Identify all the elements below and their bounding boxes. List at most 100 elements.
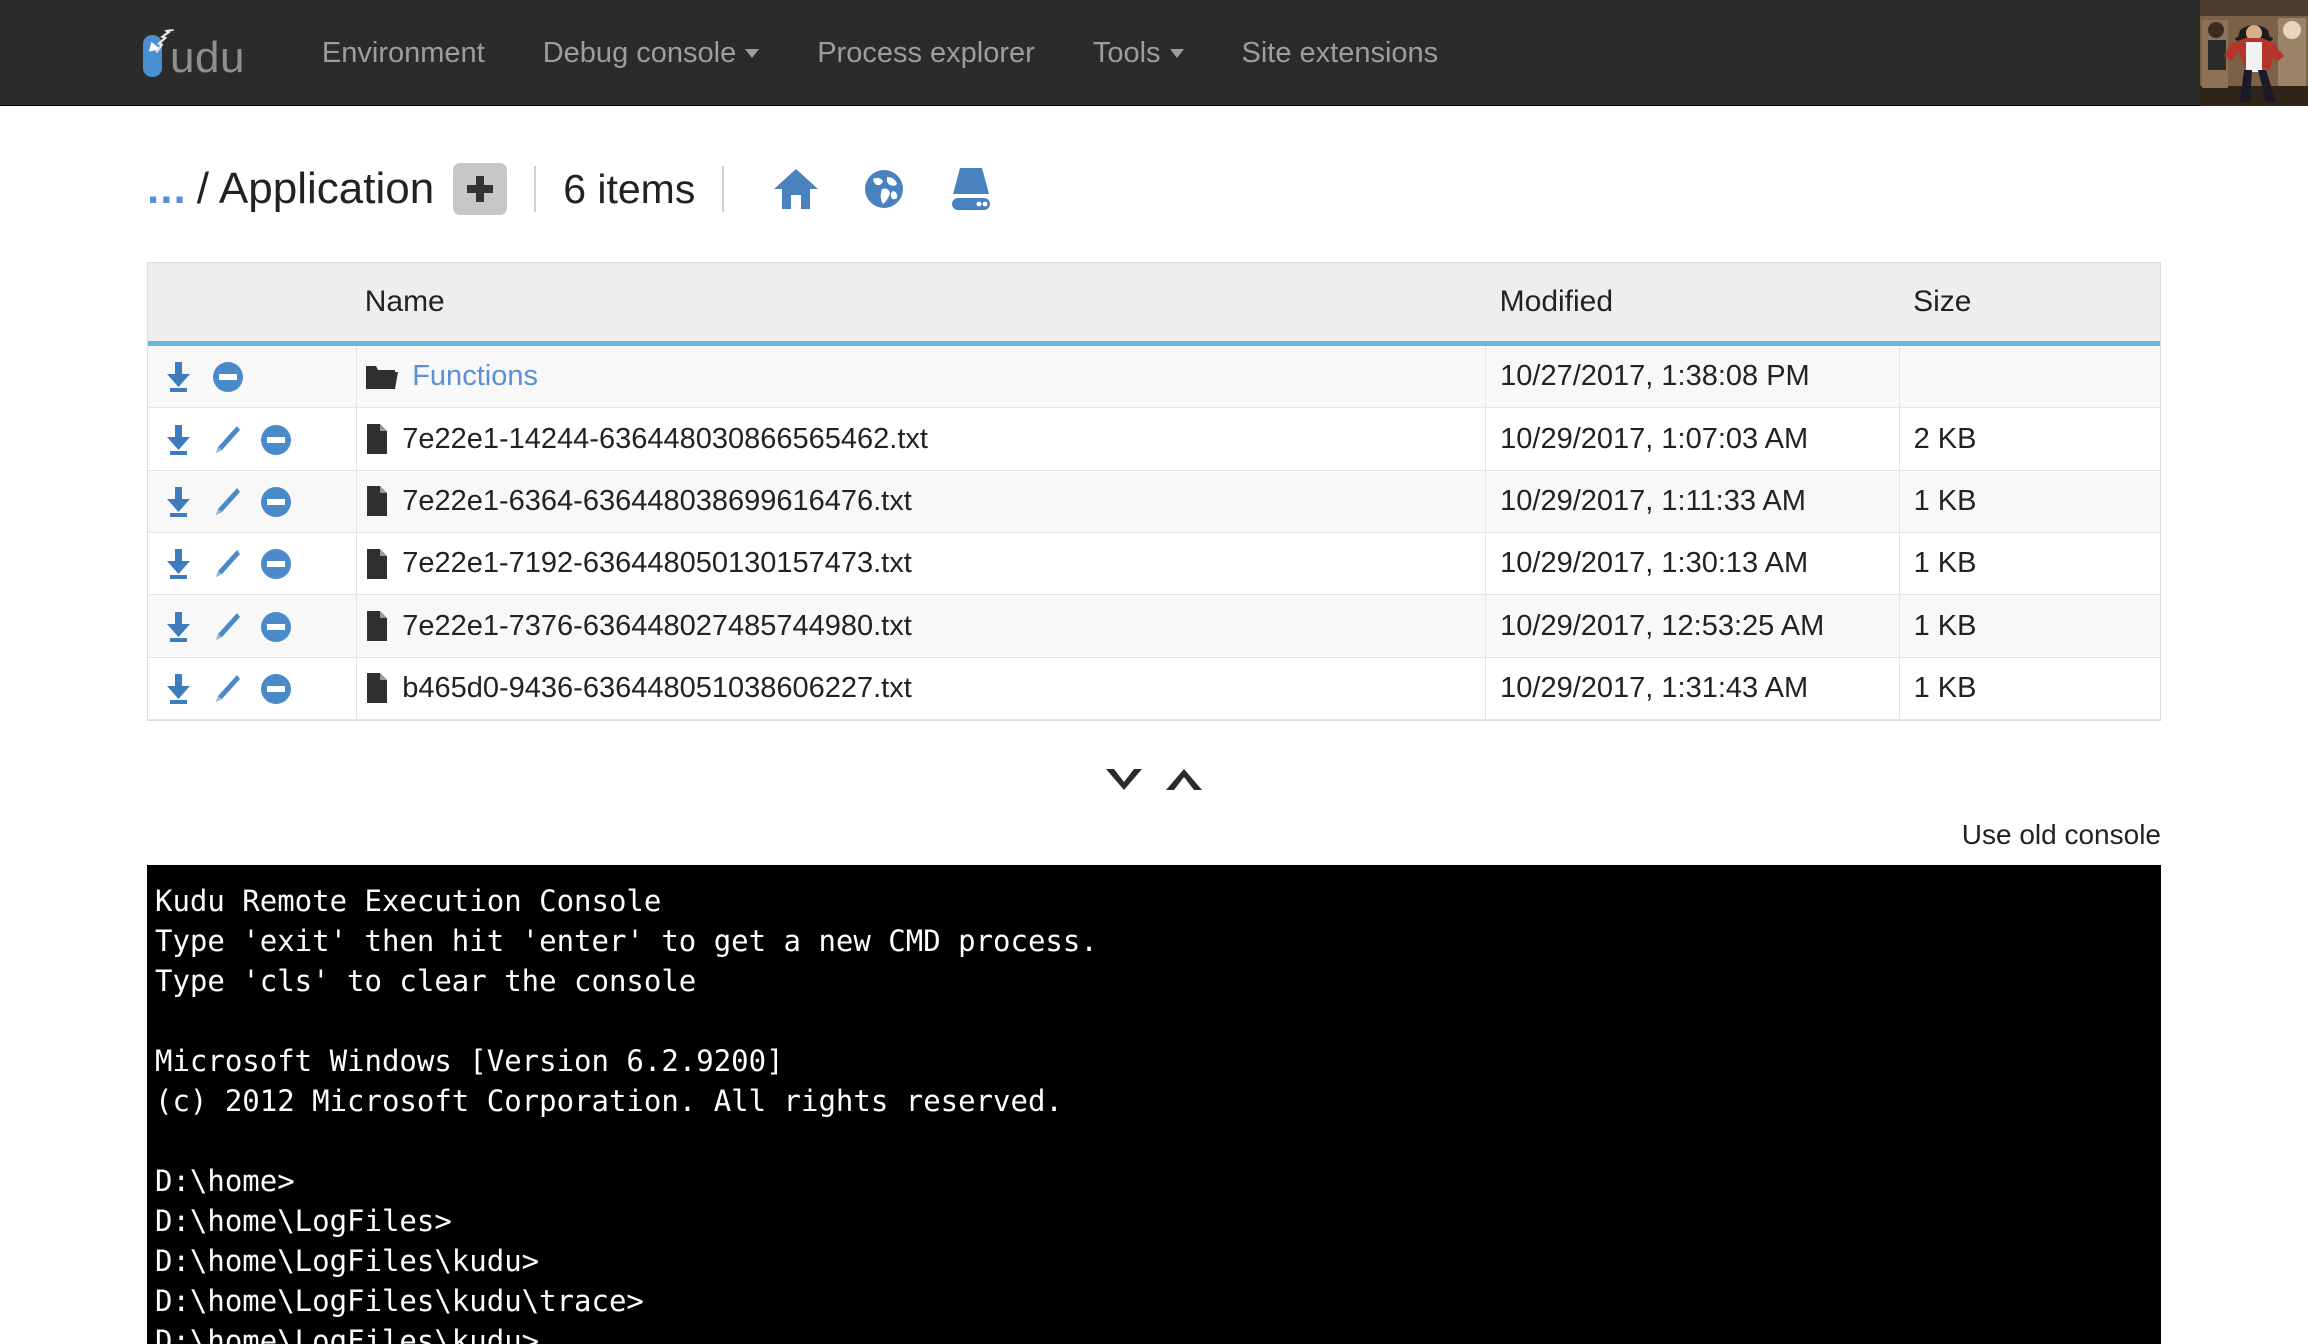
- table-row[interactable]: 7e22e1-6364-636448038699616476.txt 10/29…: [148, 470, 2160, 534]
- breadcrumb-parent-link[interactable]: ...: [147, 164, 187, 214]
- edit-icon[interactable]: [212, 548, 242, 580]
- nav-item-site-extensions[interactable]: Site extensions: [1213, 0, 1468, 106]
- navbar-items: Environment Debug console Process explor…: [293, 0, 1467, 105]
- file-icon: [365, 423, 389, 455]
- table-row[interactable]: 7e22e1-7376-636448027485744980.txt 10/29…: [148, 594, 2160, 658]
- file-icon: [365, 610, 389, 642]
- delete-icon[interactable]: [212, 361, 244, 393]
- row-name: b465d0-9436-636448051038606227.txt: [356, 657, 1487, 721]
- row-actions: [148, 470, 358, 534]
- chevron-down-icon[interactable]: [1102, 763, 1146, 797]
- table-header-row: Name Modified Size: [148, 263, 2160, 346]
- row-name: 7e22e1-7376-636448027485744980.txt: [356, 594, 1487, 658]
- download-icon[interactable]: [164, 424, 194, 456]
- nav-item-label: Debug console: [542, 36, 737, 69]
- use-old-console-link[interactable]: Use old console: [1962, 819, 2161, 851]
- console-line: (c) 2012 Microsoft Corporation. All righ…: [155, 1084, 1063, 1119]
- remote-execution-console[interactable]: Kudu Remote Execution Console Type 'exit…: [147, 865, 2161, 1344]
- console-prompt-line: D:\home>: [155, 1164, 295, 1199]
- nav-item-debug-console[interactable]: Debug console: [514, 0, 788, 106]
- table-header: Name Modified Size: [148, 263, 2160, 346]
- column-header-size[interactable]: Size: [1899, 263, 2160, 346]
- folder-link[interactable]: Functions: [412, 360, 538, 393]
- edit-icon[interactable]: [212, 673, 242, 705]
- nav-item-tools[interactable]: Tools: [1064, 0, 1213, 106]
- download-icon[interactable]: [164, 361, 194, 393]
- hard-drive-icon[interactable]: [949, 166, 993, 212]
- column-header-actions: [148, 263, 357, 346]
- file-name: b465d0-9436-636448051038606227.txt: [402, 671, 912, 704]
- download-icon[interactable]: [164, 486, 194, 518]
- table-body: Functions 10/27/2017, 1:38:08 PM 7e22e1-…: [148, 343, 2160, 721]
- delete-icon[interactable]: [260, 424, 292, 456]
- file-name: 7e22e1-14244-636448030866565462.txt: [402, 422, 928, 455]
- row-actions: [148, 532, 358, 596]
- nav-item-environment[interactable]: Environment: [293, 0, 514, 106]
- row-size: 1 KB: [1899, 657, 2160, 721]
- avatar-image: [2200, 0, 2308, 106]
- nav-item-label: Environment: [321, 36, 485, 69]
- row-size: 1 KB: [1899, 594, 2160, 658]
- delete-icon[interactable]: [260, 548, 292, 580]
- row-size: 1 KB: [1899, 532, 2160, 596]
- table-row[interactable]: b465d0-9436-636448051038606227.txt 10/29…: [148, 657, 2160, 721]
- folder-icon: [365, 363, 399, 391]
- console-prompt-line: D:\home\LogFiles\kudu>: [155, 1244, 540, 1279]
- row-name: 7e22e1-7192-636448050130157473.txt: [356, 532, 1487, 596]
- corkscrew-icon: [155, 27, 175, 53]
- delete-icon[interactable]: [260, 486, 292, 518]
- file-name: 7e22e1-7192-636448050130157473.txt: [402, 547, 912, 580]
- table-row[interactable]: 7e22e1-7192-636448050130157473.txt 10/29…: [148, 532, 2160, 596]
- file-icon: [365, 672, 389, 704]
- edit-icon[interactable]: [212, 486, 242, 518]
- brand-logo-link[interactable]: udu: [139, 0, 245, 105]
- file-name: 7e22e1-6364-636448038699616476.txt: [402, 484, 912, 517]
- row-modified: 10/27/2017, 1:38:08 PM: [1485, 343, 1900, 409]
- row-modified: 10/29/2017, 1:11:33 AM: [1485, 470, 1900, 534]
- console-prompt-line: D:\home\LogFiles\kudu>: [155, 1324, 540, 1344]
- breadcrumb-separator: /: [196, 164, 209, 213]
- kudu-swiss-knife-logo-icon: [139, 27, 175, 77]
- row-size: [1899, 343, 2160, 409]
- console-line: Microsoft Windows [Version 6.2.9200]: [155, 1044, 784, 1079]
- delete-icon[interactable]: [260, 611, 292, 643]
- row-modified: 10/29/2017, 1:30:13 AM: [1485, 532, 1900, 596]
- console-line: Type 'exit' then hit 'enter' to get a ne…: [155, 924, 1098, 959]
- add-file-button[interactable]: [453, 163, 508, 215]
- user-avatar[interactable]: [2200, 0, 2308, 106]
- chevron-down-icon: [1169, 49, 1184, 59]
- edit-icon[interactable]: [212, 424, 242, 456]
- table-row[interactable]: 7e22e1-14244-636448030866565462.txt 10/2…: [148, 407, 2160, 471]
- console-prompt-line: D:\home\LogFiles>: [155, 1204, 452, 1239]
- divider: [722, 166, 725, 212]
- delete-icon[interactable]: [260, 673, 292, 705]
- home-icon[interactable]: [773, 167, 819, 211]
- items-count: 6 items: [563, 165, 696, 212]
- chevron-up-icon[interactable]: [1162, 763, 1206, 797]
- chevron-down-icon: [745, 49, 760, 59]
- table-row[interactable]: Functions 10/27/2017, 1:38:08 PM: [148, 343, 2160, 409]
- top-navbar: udu Environment Debug console Process ex…: [0, 0, 2308, 106]
- console-prompt-line: D:\home\LogFiles\kudu\trace>: [155, 1284, 644, 1319]
- row-modified: 10/29/2017, 1:07:03 AM: [1485, 407, 1900, 471]
- row-name: 7e22e1-14244-636448030866565462.txt: [356, 407, 1487, 471]
- column-header-modified[interactable]: Modified: [1485, 263, 1900, 346]
- console-size-toggles: [0, 763, 2308, 797]
- nav-item-process-explorer[interactable]: Process explorer: [788, 0, 1064, 106]
- breadcrumb-current: Application: [218, 164, 435, 213]
- download-icon[interactable]: [164, 673, 194, 705]
- nav-item-label: Site extensions: [1241, 36, 1439, 69]
- row-actions: [148, 407, 358, 471]
- column-header-name[interactable]: Name: [356, 263, 1486, 346]
- download-icon[interactable]: [164, 548, 194, 580]
- console-line: Type 'cls' to clear the console: [155, 964, 697, 999]
- row-name: Functions: [356, 343, 1487, 409]
- globe-icon[interactable]: [863, 167, 905, 211]
- download-icon[interactable]: [164, 611, 194, 643]
- console-line: Kudu Remote Execution Console: [155, 884, 662, 919]
- edit-icon[interactable]: [212, 611, 242, 643]
- divider: [534, 166, 537, 212]
- file-name: 7e22e1-7376-636448027485744980.txt: [402, 609, 912, 642]
- old-console-row: Use old console: [0, 819, 2161, 851]
